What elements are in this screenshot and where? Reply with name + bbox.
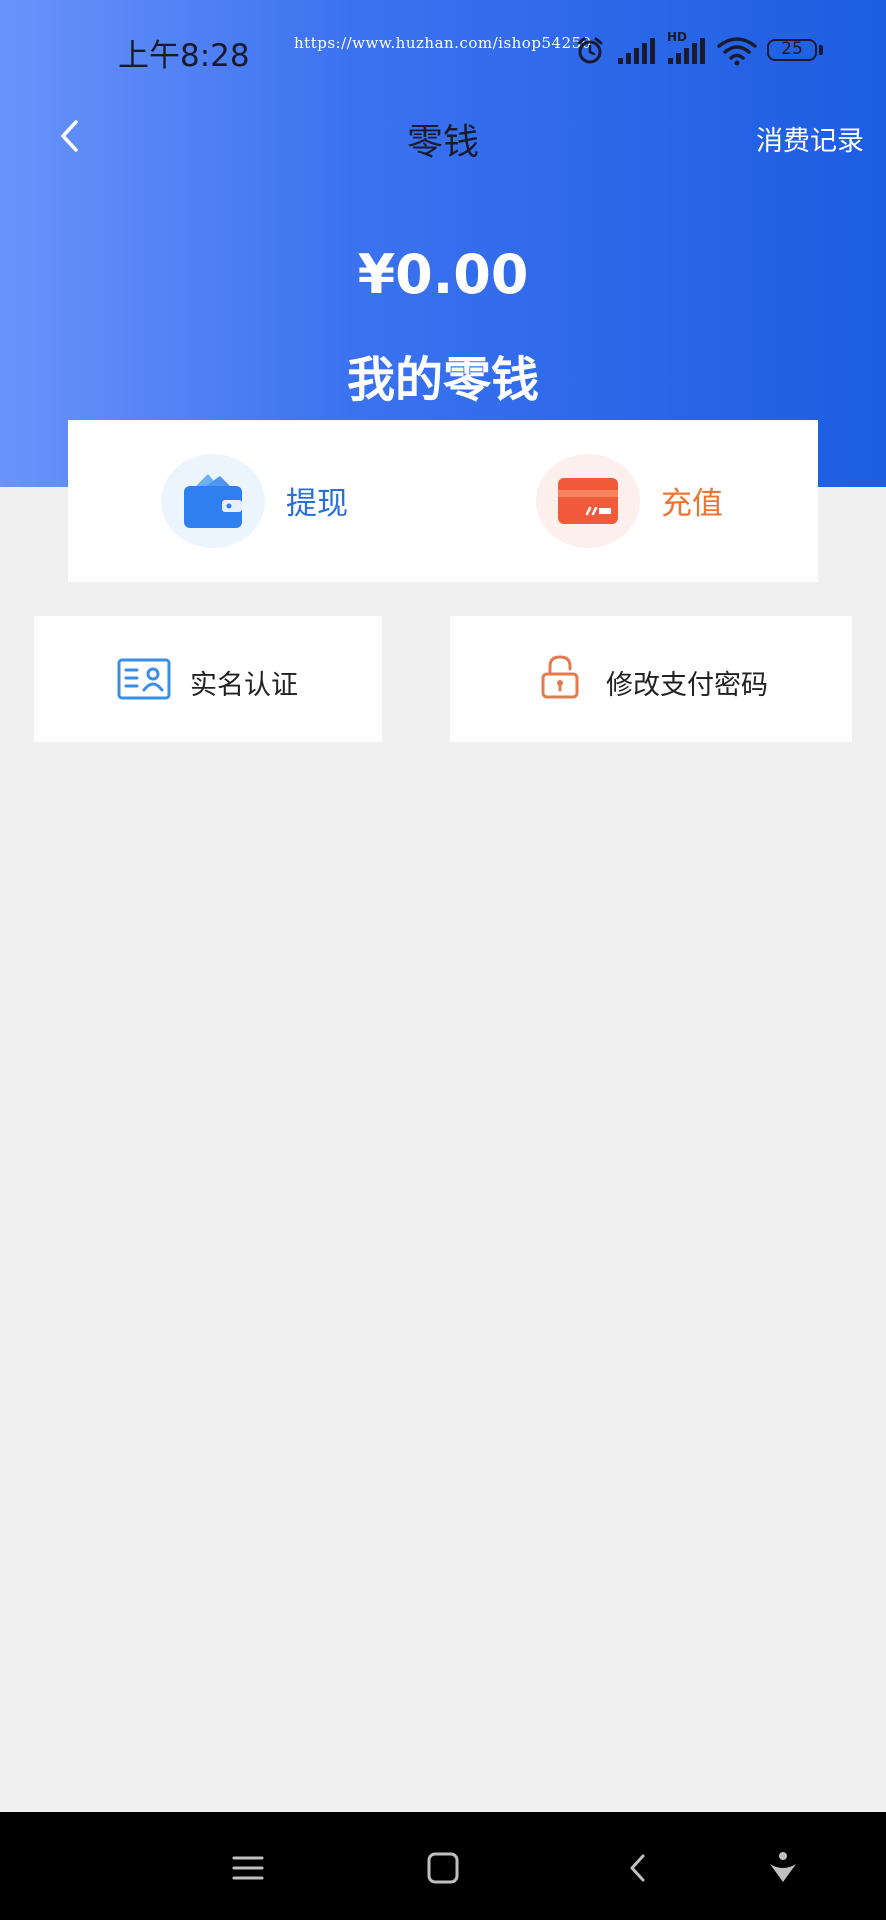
change-payment-password-button[interactable]: 修改支付密码: [450, 616, 852, 742]
id-card-icon: [117, 658, 171, 700]
recharge-button[interactable]: 充值: [443, 420, 818, 582]
system-navigation-bar: [0, 1812, 886, 1920]
back-button[interactable]: [50, 110, 90, 160]
change-payment-password-label: 修改支付密码: [606, 670, 768, 701]
home-icon[interactable]: [417, 1842, 469, 1894]
wallet-icon-background: [161, 454, 265, 548]
menu-icon[interactable]: [222, 1842, 274, 1894]
card-icon-background: [536, 454, 640, 548]
assistant-icon[interactable]: [757, 1842, 809, 1894]
consumption-records-link[interactable]: 消费记录: [756, 119, 864, 158]
recharge-label: 充值: [661, 486, 723, 522]
back-icon[interactable]: [612, 1842, 664, 1894]
watermark-url: https://www.huzhan.com/ishop54250: [294, 34, 592, 52]
battery-tip: [819, 45, 823, 55]
real-name-verification-button[interactable]: 实名认证: [34, 616, 382, 742]
withdraw-button[interactable]: 提现: [68, 420, 443, 582]
status-time: 上午8:28: [118, 38, 250, 74]
lock-icon: [541, 655, 579, 699]
page-title: 零钱: [406, 122, 479, 163]
wifi-icon: [717, 37, 757, 66]
signal-hd-icon: [668, 38, 705, 64]
balance-label: 我的零钱: [346, 352, 539, 408]
signal-icon: [618, 38, 655, 64]
action-card: 提现 充值: [68, 420, 818, 582]
battery-icon: 25: [767, 39, 817, 61]
alarm-icon: [577, 37, 603, 64]
card-icon: [558, 478, 618, 524]
chevron-left-icon: [61, 120, 78, 152]
wallet-icon: [184, 474, 242, 528]
balance-amount: ¥0.00: [357, 243, 529, 306]
withdraw-label: 提现: [286, 486, 348, 522]
real-name-verification-label: 实名认证: [190, 670, 298, 701]
